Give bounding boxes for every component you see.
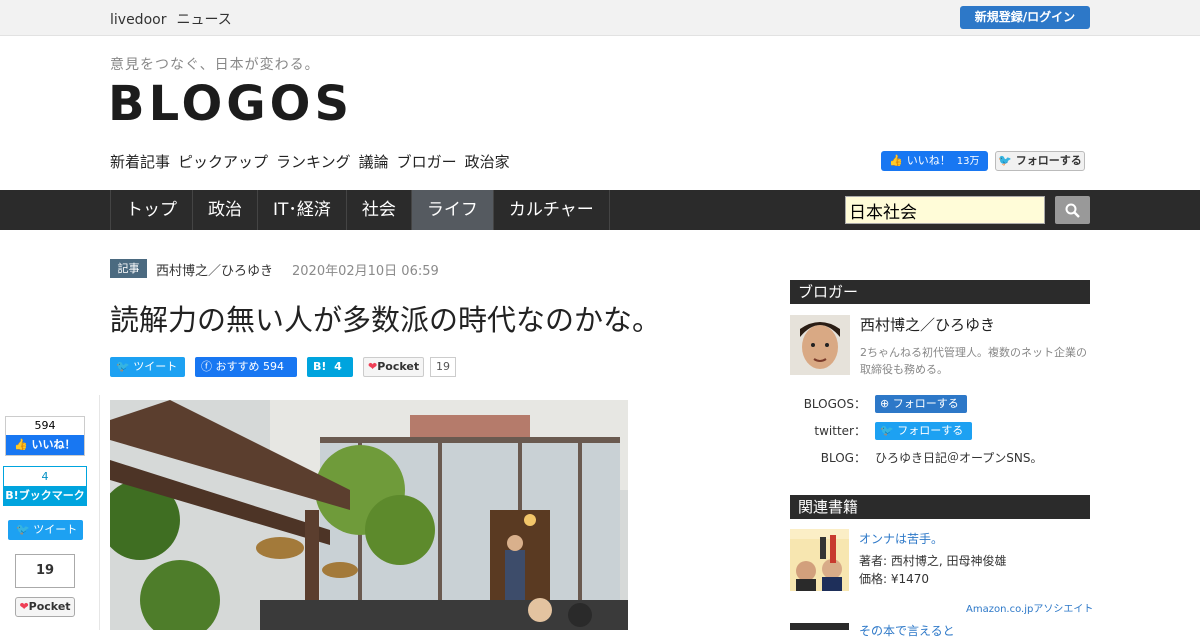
twitter-follow-sidebar-button[interactable]: 🐦 フォローする	[875, 422, 972, 440]
book-cover[interactable]	[790, 529, 849, 591]
blogos-label: BLOGOS：	[803, 397, 866, 411]
related-books-heading: 関連書籍	[790, 495, 1090, 519]
sub-navigation: 新着記事 ピックアップ ランキング 議論 ブロガー 政治家	[110, 151, 518, 172]
nav-item-top[interactable]: トップ	[111, 190, 193, 230]
search-button[interactable]	[1055, 196, 1090, 224]
nav-item-it-economy[interactable]: IT･経済	[258, 190, 347, 230]
book-title[interactable]: オンナは苦手。	[859, 530, 943, 547]
article-photo	[110, 400, 628, 630]
subnav-item-ranking[interactable]: ランキング	[276, 153, 351, 171]
top-bar: livedoor ニュース 新規登録/ログイン	[0, 0, 1200, 36]
side-fb-label: いいね！	[31, 438, 76, 451]
blog-link[interactable]: ひろゆき日記＠オープンSNS。	[875, 449, 1043, 466]
livedoor-label[interactable]: livedoor	[110, 12, 166, 28]
nav-item-culture[interactable]: カルチャー	[494, 190, 610, 230]
livedoor-brand[interactable]: livedoor ニュース	[110, 9, 242, 29]
hatena-count: 4	[334, 360, 342, 373]
twitter-bird-icon: 🐦	[998, 154, 1012, 167]
blogger-avatar[interactable]	[790, 315, 850, 375]
nav-item-politics[interactable]: 政治	[193, 190, 258, 230]
fb-share-label: おすすめ	[215, 360, 260, 373]
site-logo[interactable]: BLOGOS	[108, 76, 353, 132]
twitter-follow-sidebar-label: フォローする	[897, 424, 964, 437]
facebook-icon: ⓕ	[201, 360, 212, 373]
article-title: 読解力の無い人が多数派の時代なのかな。	[110, 303, 662, 337]
twitter-label: twitter：	[814, 424, 866, 438]
fb-share-count: 594	[263, 360, 284, 373]
fb-like-count: 13万	[956, 156, 980, 167]
side-hatena-bookmark[interactable]: 4 B!ブックマーク	[3, 466, 87, 506]
subnav-item-new[interactable]: 新着記事	[110, 153, 170, 171]
pocket-icon: ❤	[19, 600, 29, 613]
side-fb-label-row: 👍 いいね！	[6, 435, 84, 455]
twitter-bird-icon: 🐦	[880, 424, 894, 437]
book-price: 価格: ¥1470	[859, 572, 930, 586]
article-badge: 記事	[110, 259, 147, 278]
subnav-item-blogger[interactable]: ブロガー	[397, 153, 457, 171]
login-button[interactable]: 新規登録/ログイン	[960, 6, 1090, 29]
book2-title[interactable]: その本で言えると	[859, 622, 955, 639]
search-input[interactable]: 日本社会	[845, 196, 1045, 224]
side-pocket-button[interactable]: ❤Pocket	[15, 597, 75, 617]
blogger-description: 2ちゃんねる初代管理人。複数のネット企業の取締役も務める。	[860, 346, 1087, 376]
subnav-item-debate[interactable]: 議論	[359, 153, 389, 171]
nav-item-life[interactable]: ライフ	[411, 190, 494, 230]
search-icon	[1065, 203, 1080, 218]
pocket-button[interactable]: ❤Pocket	[363, 357, 424, 377]
pocket-count: 19	[430, 357, 456, 377]
side-tweet-button[interactable]: 🐦 ツイート	[8, 520, 83, 540]
amazon-associate-link[interactable]: Amazon.co.jpアソシエイト	[966, 600, 1093, 615]
main-navigation: トップ 政治 IT･経済 社会 ライフ カルチャー 日本社会	[0, 190, 1200, 230]
news-label[interactable]: ニュース	[176, 12, 231, 28]
tweet-button[interactable]: 🐦 ツイート	[110, 357, 185, 377]
side-pocket-label: Pocket	[28, 600, 71, 613]
blogger-heading: ブロガー	[790, 280, 1090, 304]
hatena-bookmark-button[interactable]: B! 4	[307, 357, 353, 377]
tweet-label: ツイート	[133, 360, 178, 373]
blogos-follow-button[interactable]: ⊕ フォローする	[875, 395, 967, 413]
side-facebook-like[interactable]: 594 👍 いいね！	[5, 416, 85, 456]
subnav-item-politician[interactable]: 政治家	[465, 153, 510, 171]
article-author[interactable]: 西村博之／ひろゆき	[156, 260, 273, 279]
pocket-label: Pocket	[377, 360, 420, 373]
twitter-follow-label: フォローする	[1015, 154, 1082, 167]
article-date: 2020年02月10日 06:59	[292, 264, 439, 279]
thumbs-up-icon: 👍	[889, 154, 903, 167]
side-divider	[99, 395, 100, 630]
side-hatena-label: B!ブックマーク	[4, 486, 86, 506]
facebook-share-button[interactable]: ⓕ おすすめ 594	[195, 357, 297, 377]
book2-cover[interactable]	[790, 623, 849, 630]
plus-icon: ⊕	[880, 397, 890, 410]
nav-item-society[interactable]: 社会	[347, 190, 412, 230]
blogos-follow-label: フォローする	[892, 397, 959, 410]
twitter-bird-icon: 🐦	[16, 523, 30, 536]
blogger-name[interactable]: 西村博之／ひろゆき	[860, 314, 995, 335]
fb-like-label: いいね！	[906, 154, 951, 167]
side-fb-count: 594	[34, 419, 56, 432]
pocket-icon: ❤	[368, 360, 378, 373]
subnav-item-pickup[interactable]: ピックアップ	[178, 153, 268, 171]
side-hatena-count: 4	[41, 470, 49, 483]
blog-label: BLOG：	[820, 451, 866, 465]
side-tweet-label: ツイート	[33, 523, 78, 536]
side-pocket-count: 19	[15, 554, 75, 588]
thumbs-up-icon: 👍	[14, 438, 28, 451]
twitter-follow-button[interactable]: 🐦 フォローする	[995, 151, 1085, 171]
facebook-like-button[interactable]: 👍 いいね！ 13万	[881, 151, 988, 171]
hatena-label: B!	[313, 360, 327, 373]
twitter-bird-icon: 🐦	[116, 360, 130, 373]
site-tagline: 意見をつなぐ、日本が変わる。	[110, 57, 320, 73]
book-authors: 著者: 西村博之, 田母神俊雄	[859, 554, 1007, 568]
